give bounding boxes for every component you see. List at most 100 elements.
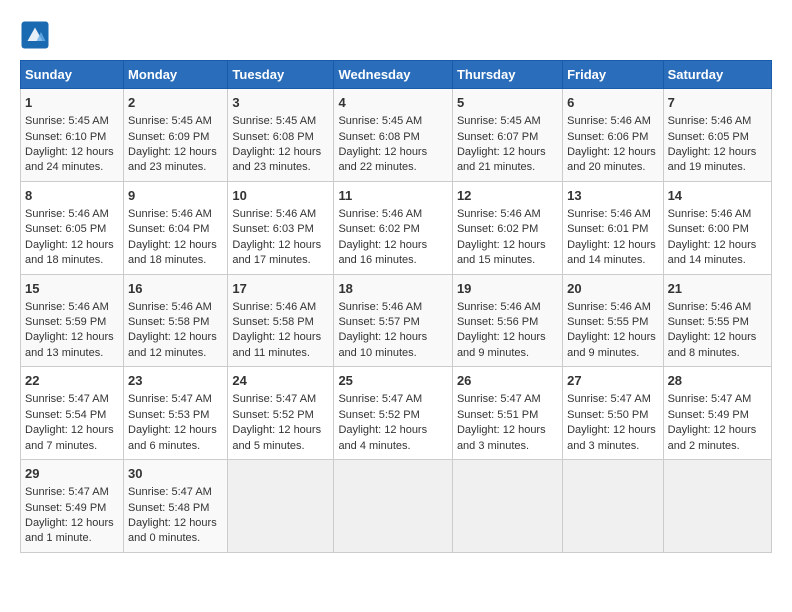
- daylight-text: Daylight: 12 hours and 10 minutes.: [338, 331, 427, 358]
- day-cell: 14 Sunrise: 5:46 AM Sunset: 6:00 PM Dayl…: [663, 181, 771, 274]
- sunrise-text: Sunrise: 5:47 AM: [128, 486, 212, 498]
- day-cell: 11 Sunrise: 5:46 AM Sunset: 6:02 PM Dayl…: [334, 181, 453, 274]
- sunset-text: Sunset: 5:48 PM: [128, 502, 209, 514]
- sunrise-text: Sunrise: 5:47 AM: [232, 393, 316, 405]
- empty-day: [452, 460, 562, 553]
- sunset-text: Sunset: 6:00 PM: [668, 223, 749, 235]
- calendar-row: 1 Sunrise: 5:45 AM Sunset: 6:10 PM Dayli…: [21, 89, 772, 182]
- sunrise-text: Sunrise: 5:45 AM: [128, 115, 212, 127]
- day-number: 5: [457, 94, 558, 112]
- sunset-text: Sunset: 6:09 PM: [128, 131, 209, 143]
- day-number: 8: [25, 187, 119, 205]
- daylight-text: Daylight: 12 hours and 23 minutes.: [128, 146, 217, 173]
- sunrise-text: Sunrise: 5:46 AM: [457, 301, 541, 313]
- daylight-text: Daylight: 12 hours and 9 minutes.: [567, 331, 656, 358]
- day-cell: 16 Sunrise: 5:46 AM Sunset: 5:58 PM Dayl…: [124, 274, 228, 367]
- daylight-text: Daylight: 12 hours and 12 minutes.: [128, 331, 217, 358]
- day-cell: 4 Sunrise: 5:45 AM Sunset: 6:08 PM Dayli…: [334, 89, 453, 182]
- day-cell: 19 Sunrise: 5:46 AM Sunset: 5:56 PM Dayl…: [452, 274, 562, 367]
- sunrise-text: Sunrise: 5:46 AM: [338, 208, 422, 220]
- day-cell: 29 Sunrise: 5:47 AM Sunset: 5:49 PM Dayl…: [21, 460, 124, 553]
- daylight-text: Daylight: 12 hours and 7 minutes.: [25, 424, 114, 451]
- daylight-text: Daylight: 12 hours and 5 minutes.: [232, 424, 321, 451]
- sunset-text: Sunset: 6:06 PM: [567, 131, 648, 143]
- day-number: 21: [668, 280, 767, 298]
- daylight-text: Daylight: 12 hours and 6 minutes.: [128, 424, 217, 451]
- day-number: 13: [567, 187, 658, 205]
- sunset-text: Sunset: 5:56 PM: [457, 316, 538, 328]
- day-number: 30: [128, 465, 223, 483]
- sunrise-text: Sunrise: 5:46 AM: [338, 301, 422, 313]
- day-cell: 5 Sunrise: 5:45 AM Sunset: 6:07 PM Dayli…: [452, 89, 562, 182]
- day-number: 3: [232, 94, 329, 112]
- daylight-text: Daylight: 12 hours and 23 minutes.: [232, 146, 321, 173]
- sunrise-text: Sunrise: 5:45 AM: [338, 115, 422, 127]
- day-number: 2: [128, 94, 223, 112]
- sunset-text: Sunset: 5:50 PM: [567, 409, 648, 421]
- day-cell: 28 Sunrise: 5:47 AM Sunset: 5:49 PM Dayl…: [663, 367, 771, 460]
- day-number: 29: [25, 465, 119, 483]
- sunset-text: Sunset: 6:08 PM: [338, 131, 419, 143]
- calendar-row: 22 Sunrise: 5:47 AM Sunset: 5:54 PM Dayl…: [21, 367, 772, 460]
- logo-icon: [20, 20, 50, 50]
- daylight-text: Daylight: 12 hours and 17 minutes.: [232, 239, 321, 266]
- col-monday: Monday: [124, 61, 228, 89]
- daylight-text: Daylight: 12 hours and 11 minutes.: [232, 331, 321, 358]
- daylight-text: Daylight: 12 hours and 22 minutes.: [338, 146, 427, 173]
- day-cell: 27 Sunrise: 5:47 AM Sunset: 5:50 PM Dayl…: [563, 367, 663, 460]
- day-cell: 13 Sunrise: 5:46 AM Sunset: 6:01 PM Dayl…: [563, 181, 663, 274]
- sunrise-text: Sunrise: 5:46 AM: [457, 208, 541, 220]
- sunset-text: Sunset: 5:54 PM: [25, 409, 106, 421]
- day-number: 4: [338, 94, 448, 112]
- daylight-text: Daylight: 12 hours and 13 minutes.: [25, 331, 114, 358]
- day-cell: 15 Sunrise: 5:46 AM Sunset: 5:59 PM Dayl…: [21, 274, 124, 367]
- day-number: 16: [128, 280, 223, 298]
- day-cell: 25 Sunrise: 5:47 AM Sunset: 5:52 PM Dayl…: [334, 367, 453, 460]
- sunset-text: Sunset: 5:52 PM: [232, 409, 313, 421]
- sunrise-text: Sunrise: 5:47 AM: [338, 393, 422, 405]
- daylight-text: Daylight: 12 hours and 3 minutes.: [567, 424, 656, 451]
- day-cell: 3 Sunrise: 5:45 AM Sunset: 6:08 PM Dayli…: [228, 89, 334, 182]
- empty-day: [663, 460, 771, 553]
- sunset-text: Sunset: 5:59 PM: [25, 316, 106, 328]
- daylight-text: Daylight: 12 hours and 8 minutes.: [668, 331, 757, 358]
- daylight-text: Daylight: 12 hours and 2 minutes.: [668, 424, 757, 451]
- sunrise-text: Sunrise: 5:45 AM: [232, 115, 316, 127]
- day-number: 6: [567, 94, 658, 112]
- daylight-text: Daylight: 12 hours and 14 minutes.: [567, 239, 656, 266]
- sunrise-text: Sunrise: 5:47 AM: [457, 393, 541, 405]
- sunrise-text: Sunrise: 5:47 AM: [668, 393, 752, 405]
- col-friday: Friday: [563, 61, 663, 89]
- calendar-row: 15 Sunrise: 5:46 AM Sunset: 5:59 PM Dayl…: [21, 274, 772, 367]
- day-number: 20: [567, 280, 658, 298]
- day-number: 9: [128, 187, 223, 205]
- sunrise-text: Sunrise: 5:46 AM: [25, 208, 109, 220]
- sunset-text: Sunset: 5:52 PM: [338, 409, 419, 421]
- page-header: [20, 20, 772, 50]
- calendar-row: 8 Sunrise: 5:46 AM Sunset: 6:05 PM Dayli…: [21, 181, 772, 274]
- sunset-text: Sunset: 5:55 PM: [668, 316, 749, 328]
- day-number: 28: [668, 372, 767, 390]
- sunrise-text: Sunrise: 5:46 AM: [668, 301, 752, 313]
- day-cell: 21 Sunrise: 5:46 AM Sunset: 5:55 PM Dayl…: [663, 274, 771, 367]
- sunset-text: Sunset: 5:57 PM: [338, 316, 419, 328]
- day-cell: 20 Sunrise: 5:46 AM Sunset: 5:55 PM Dayl…: [563, 274, 663, 367]
- daylight-text: Daylight: 12 hours and 3 minutes.: [457, 424, 546, 451]
- sunset-text: Sunset: 6:02 PM: [457, 223, 538, 235]
- sunset-text: Sunset: 6:08 PM: [232, 131, 313, 143]
- daylight-text: Daylight: 12 hours and 18 minutes.: [25, 239, 114, 266]
- day-number: 19: [457, 280, 558, 298]
- day-cell: 17 Sunrise: 5:46 AM Sunset: 5:58 PM Dayl…: [228, 274, 334, 367]
- col-thursday: Thursday: [452, 61, 562, 89]
- sunset-text: Sunset: 6:01 PM: [567, 223, 648, 235]
- sunset-text: Sunset: 5:49 PM: [25, 502, 106, 514]
- sunset-text: Sunset: 6:04 PM: [128, 223, 209, 235]
- day-number: 22: [25, 372, 119, 390]
- calendar-table: Sunday Monday Tuesday Wednesday Thursday…: [20, 60, 772, 553]
- day-number: 12: [457, 187, 558, 205]
- day-cell: 22 Sunrise: 5:47 AM Sunset: 5:54 PM Dayl…: [21, 367, 124, 460]
- daylight-text: Daylight: 12 hours and 18 minutes.: [128, 239, 217, 266]
- empty-day: [228, 460, 334, 553]
- sunset-text: Sunset: 5:51 PM: [457, 409, 538, 421]
- sunrise-text: Sunrise: 5:46 AM: [128, 208, 212, 220]
